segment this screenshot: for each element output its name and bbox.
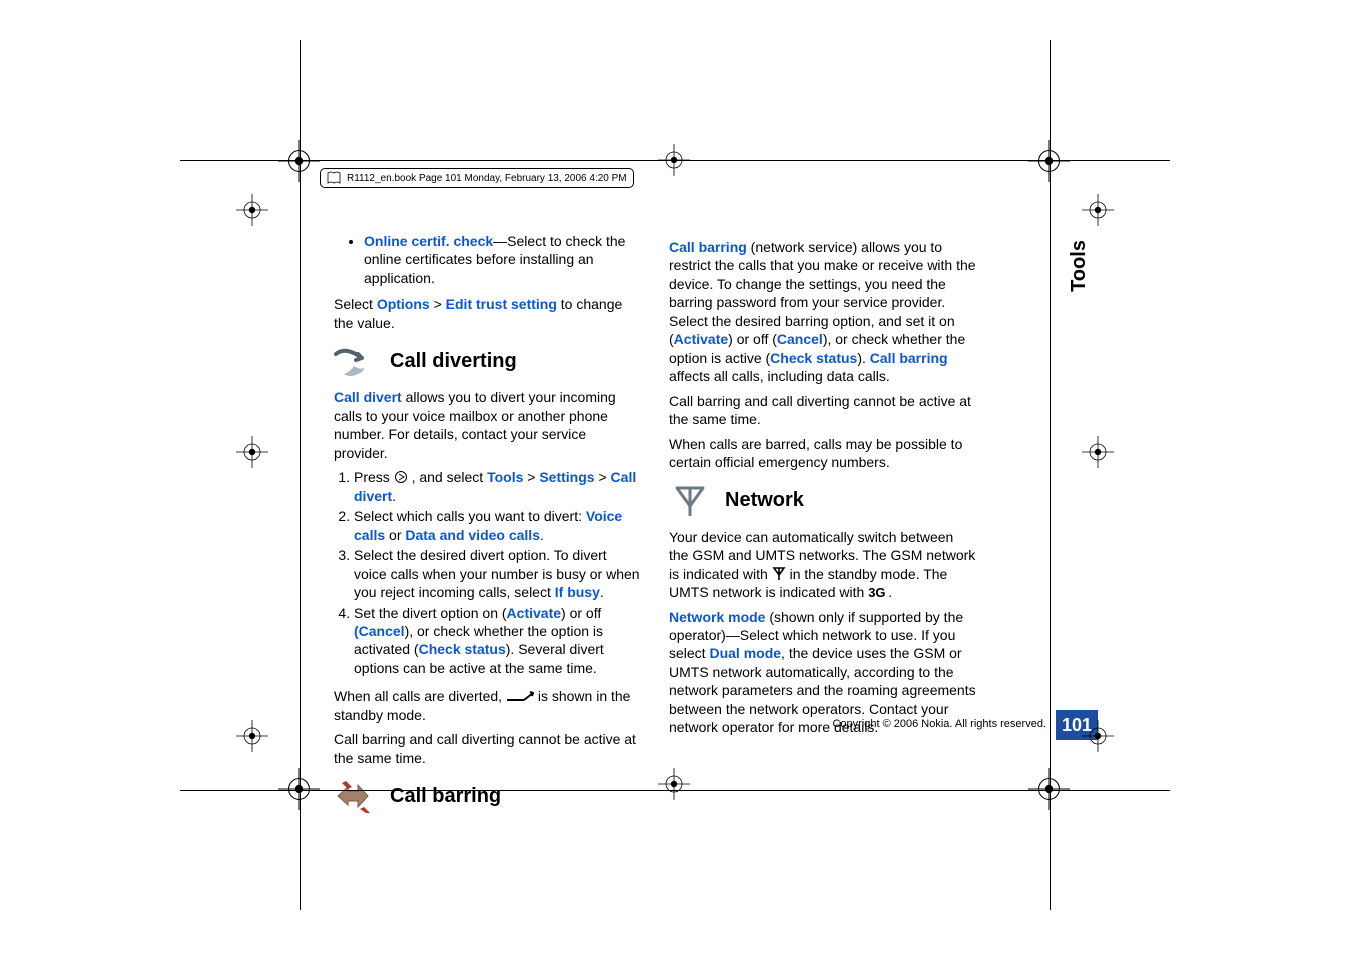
divert-barring-exclusive-note: Call barring and call diverting cannot b…: [334, 730, 641, 767]
umts-3g-indicator-icon: 3G: [868, 584, 888, 598]
menu-key-icon: [394, 470, 408, 484]
left-column: Online certif. check—Select to check the…: [334, 232, 641, 823]
online-certif-label: Online certif. check: [364, 233, 493, 249]
select-options-line: Select Options > Edit trust setting to c…: [334, 295, 641, 332]
barring-exclusive-note: Call barring and call diverting cannot b…: [669, 392, 976, 429]
call-divert-intro: Call divert allows you to divert your in…: [334, 388, 641, 462]
network-title: Network: [725, 487, 804, 513]
registration-mark-icon: [1028, 768, 1070, 810]
registration-mark-icon: [278, 140, 320, 182]
call-diverting-heading: Call diverting: [334, 344, 641, 378]
divert-step-3: Select the desired divert option. To div…: [354, 546, 641, 601]
call-diverting-title: Call diverting: [390, 348, 517, 374]
call-barring-icon: [334, 779, 376, 813]
barring-emergency-note: When calls are barred, calls may be poss…: [669, 435, 976, 472]
registration-mark-icon: [1082, 194, 1114, 226]
divert-step-4: Set the divert option on (Activate) or o…: [354, 604, 641, 678]
divert-standby-note: When all calls are diverted, is shown in…: [334, 687, 641, 724]
network-antenna-icon: [669, 484, 711, 518]
registration-mark-icon: [236, 720, 268, 752]
registration-mark-icon: [236, 194, 268, 226]
online-certif-bullet: Online certif. check—Select to check the…: [364, 232, 641, 287]
registration-mark-icon: [1082, 436, 1114, 468]
copyright-text: Copyright © 2006 Nokia. All rights reser…: [832, 718, 1046, 730]
registration-mark-icon: [1082, 720, 1114, 752]
divert-steps: Press , and select Tools > Settings > Ca…: [334, 468, 641, 677]
divert-step-1: Press , and select Tools > Settings > Ca…: [354, 468, 641, 505]
network-heading: Network: [669, 484, 976, 518]
divert-indicator-icon: [506, 688, 534, 700]
registration-mark-icon: [236, 436, 268, 468]
call-barring-heading: Call barring: [334, 779, 641, 813]
registration-mark-icon: [658, 768, 690, 800]
registration-mark-icon: [278, 768, 320, 810]
side-tab-tools: Tools: [1068, 240, 1091, 292]
divert-step-2: Select which calls you want to divert: V…: [354, 507, 641, 544]
call-divert-icon: [334, 344, 376, 378]
network-intro: Your device can automatically switch bet…: [669, 528, 976, 602]
registration-mark-icon: [1028, 140, 1070, 182]
call-barring-title: Call barring: [390, 783, 501, 809]
registration-mark-icon: [658, 144, 690, 176]
gsm-indicator-icon: [772, 567, 786, 581]
right-column: Call barring (network service) allows yo…: [669, 232, 976, 823]
barring-intro: Call barring (network service) allows yo…: [669, 238, 976, 386]
